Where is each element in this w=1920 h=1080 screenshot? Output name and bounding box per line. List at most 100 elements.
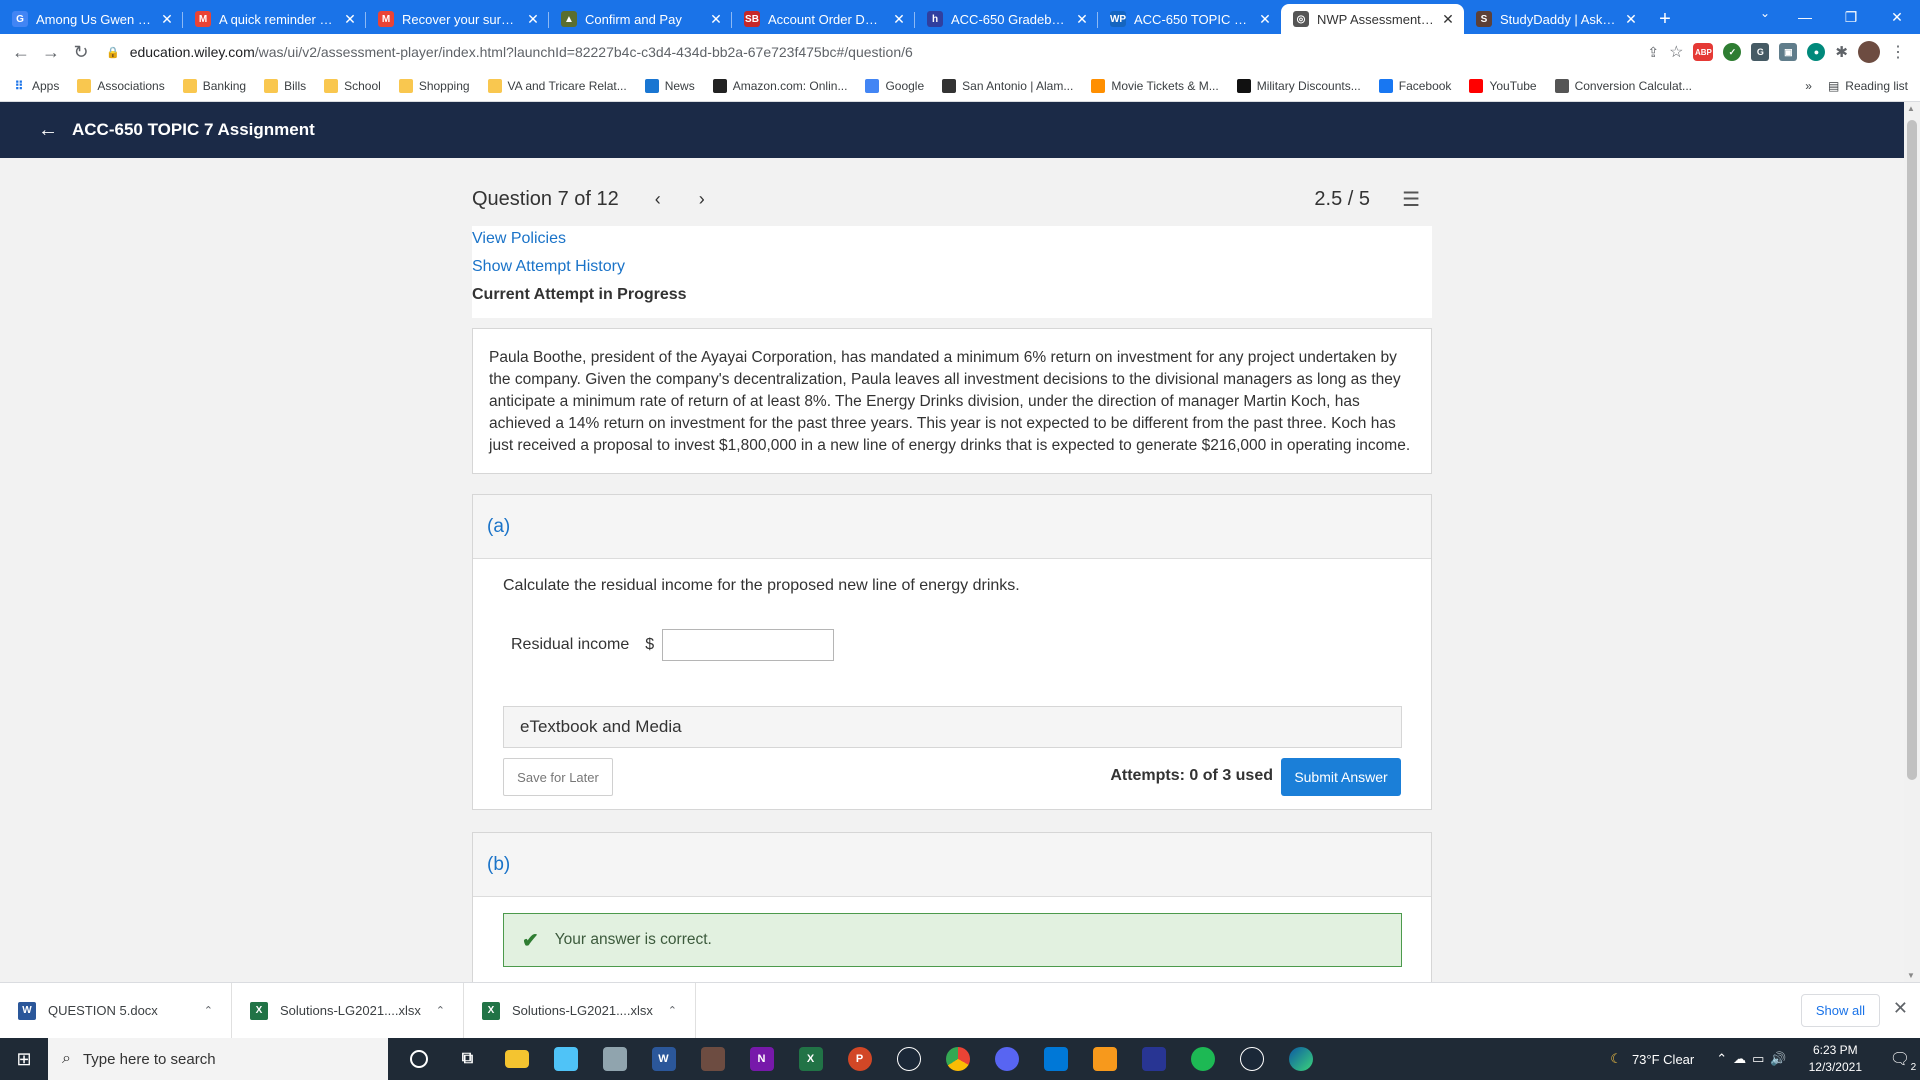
bookmark-star-icon[interactable]: ☆ (1669, 42, 1683, 62)
network-app-icon[interactable] (1129, 1038, 1178, 1080)
edge-icon[interactable] (1276, 1038, 1325, 1080)
address-bar[interactable]: 🔒 education.wiley.com/was/ui/v2/assessme… (106, 38, 1647, 66)
tab-6[interactable]: h ACC-650 Gradebook ✕ (915, 4, 1098, 34)
close-tab-icon[interactable]: ✕ (342, 11, 358, 28)
extension-g-icon[interactable]: G (1751, 43, 1770, 61)
bookmark-item[interactable]: School (324, 78, 381, 93)
tab-7[interactable]: WP ACC-650 TOPIC 7 Assignment ✕ (1098, 4, 1281, 34)
chrome-icon[interactable] (933, 1038, 982, 1080)
bookmark-item[interactable]: Movie Tickets & M... (1091, 78, 1219, 93)
save-for-later-button[interactable]: Save for Later (503, 758, 613, 796)
chevron-up-icon[interactable]: ⌃ (668, 1004, 677, 1017)
residual-income-input[interactable] (662, 629, 835, 661)
browser-menu-icon[interactable]: ⋮ (1890, 42, 1906, 62)
next-question-icon[interactable]: › (699, 189, 705, 210)
close-tab-icon[interactable]: ✕ (1623, 11, 1639, 28)
extension-box-icon[interactable]: ▣ (1779, 43, 1798, 61)
bookmark-item[interactable]: News (644, 78, 695, 93)
show-attempt-history-link[interactable]: Show Attempt History (472, 258, 1432, 276)
download-item[interactable]: W QUESTION 5.docx ⌃ (0, 982, 232, 1039)
forward-arrow-icon[interactable]: → (36, 42, 66, 63)
back-arrow-icon[interactable]: ← (6, 42, 36, 63)
steam-2-icon[interactable] (1227, 1038, 1276, 1080)
windows-start-icon[interactable]: ⊞ (0, 1038, 48, 1080)
clock[interactable]: 6:23 PM 12/3/2021 (1809, 1042, 1862, 1076)
notes-app-icon[interactable] (541, 1038, 590, 1080)
bookmark-item[interactable]: Conversion Calculat... (1554, 78, 1692, 93)
tab-2[interactable]: M A quick reminder for your ✕ (183, 4, 366, 34)
excel-icon[interactable]: X (786, 1038, 835, 1080)
bookmark-item[interactable]: Banking (182, 78, 246, 93)
minecraft-icon[interactable] (688, 1038, 737, 1080)
previous-question-icon[interactable]: ‹ (655, 189, 661, 210)
tab-1[interactable]: G Among Us Gwen Stacy ✕ (0, 4, 183, 34)
close-tab-icon[interactable]: ✕ (525, 11, 541, 28)
reading-list-button[interactable]: ▤ Reading list (1828, 79, 1908, 93)
close-tab-icon[interactable]: ✕ (1440, 11, 1456, 28)
powerpoint-icon[interactable]: P (835, 1038, 884, 1080)
tab-search-icon[interactable]: ⌄ (1760, 6, 1770, 20)
tab-4[interactable]: ▲ Confirm and Pay ✕ (549, 4, 732, 34)
bookmark-item[interactable]: Facebook (1378, 78, 1451, 93)
bookmark-item[interactable]: YouTube (1469, 78, 1537, 93)
submit-answer-button[interactable]: Submit Answer (1281, 758, 1401, 796)
steam-icon[interactable] (884, 1038, 933, 1080)
bookmark-item[interactable]: Associations (77, 78, 165, 93)
show-all-downloads-button[interactable]: Show all (1800, 994, 1880, 1027)
bookmark-item[interactable]: Amazon.com: Onlin... (712, 78, 847, 93)
extension-meet-icon[interactable]: ● (1807, 43, 1826, 61)
close-tab-icon[interactable]: ✕ (159, 11, 175, 28)
close-downloads-icon[interactable]: ✕ (1893, 998, 1908, 1019)
tab-5[interactable]: SB Account Order Detail ✕ (732, 4, 915, 34)
weather-readout[interactable]: 73°F Clear (1632, 1052, 1694, 1067)
chevron-up-icon[interactable]: ⌃ (436, 1004, 445, 1017)
question-list-icon[interactable]: ☰ (1402, 187, 1420, 212)
tab-3[interactable]: M Recover your survey for ✕ (366, 4, 549, 34)
task-view-icon[interactable]: ⧉ (443, 1038, 492, 1080)
bookmark-apps[interactable]: ⠿ Apps (12, 79, 60, 93)
bookmark-item[interactable]: Google (865, 78, 924, 93)
audible-icon[interactable] (1080, 1038, 1129, 1080)
close-tab-icon[interactable]: ✕ (891, 11, 907, 28)
discord-icon[interactable] (982, 1038, 1031, 1080)
game-app-icon[interactable] (590, 1038, 639, 1080)
scrollbar-thumb[interactable] (1907, 120, 1917, 780)
word-icon[interactable]: W (639, 1038, 688, 1080)
close-tab-icon[interactable]: ✕ (1074, 11, 1090, 28)
etextbook-and-media-panel[interactable]: eTextbook and Media (503, 706, 1402, 748)
profile-avatar[interactable] (1858, 41, 1880, 63)
new-tab-button[interactable]: + (1647, 4, 1683, 34)
close-tab-icon[interactable]: ✕ (1257, 11, 1273, 28)
bookmark-item[interactable]: San Antonio | Alam... (942, 78, 1073, 93)
tab-9[interactable]: S StudyDaddy | Ask question ✕ (1464, 4, 1647, 34)
scroll-down-icon[interactable]: ▼ (1907, 971, 1915, 980)
taskbar-search-box[interactable]: ⌕ Type here to search (48, 1038, 388, 1080)
back-arrow-icon[interactable]: ← (38, 119, 58, 142)
page-scrollbar[interactable]: ▲ ▼ (1904, 102, 1920, 982)
close-tab-icon[interactable]: ✕ (708, 11, 724, 28)
download-item[interactable]: X Solutions-LG2021....xlsx ⌃ (232, 982, 464, 1039)
grammarly-check-icon[interactable]: ✓ (1723, 43, 1742, 61)
view-policies-link[interactable]: View Policies (472, 230, 1432, 248)
cortana-icon[interactable] (394, 1038, 443, 1080)
tray-icons[interactable]: ⌃☁▭🔊 (1716, 1051, 1792, 1067)
minimize-icon[interactable]: — (1782, 0, 1828, 34)
store-icon[interactable] (1031, 1038, 1080, 1080)
bookmark-item[interactable]: Bills (264, 78, 306, 93)
bookmark-item[interactable]: VA and Tricare Relat... (487, 78, 627, 93)
scroll-up-icon[interactable]: ▲ (1907, 104, 1915, 113)
spotify-icon[interactable] (1178, 1038, 1227, 1080)
notification-center-icon[interactable]: 🗨 2 (1880, 1049, 1920, 1073)
bookmark-item[interactable]: Military Discounts... (1236, 78, 1361, 93)
tab-8[interactable]: ◎ NWP Assessment Player ✕ (1281, 4, 1464, 34)
reload-icon[interactable]: ↻ (66, 42, 96, 63)
close-window-icon[interactable]: ✕ (1874, 0, 1920, 34)
file-explorer-icon[interactable] (492, 1038, 541, 1080)
puzzle-extensions-icon[interactable]: ✱ (1835, 43, 1848, 61)
chevron-up-icon[interactable]: ⌃ (204, 1004, 213, 1017)
download-item[interactable]: X Solutions-LG2021....xlsx ⌃ (464, 982, 696, 1039)
share-icon[interactable]: ⇪ (1647, 44, 1659, 61)
adblock-plus-icon[interactable]: ABP (1693, 43, 1714, 61)
restore-icon[interactable]: ❐ (1828, 0, 1874, 34)
onenote-icon[interactable]: N (737, 1038, 786, 1080)
